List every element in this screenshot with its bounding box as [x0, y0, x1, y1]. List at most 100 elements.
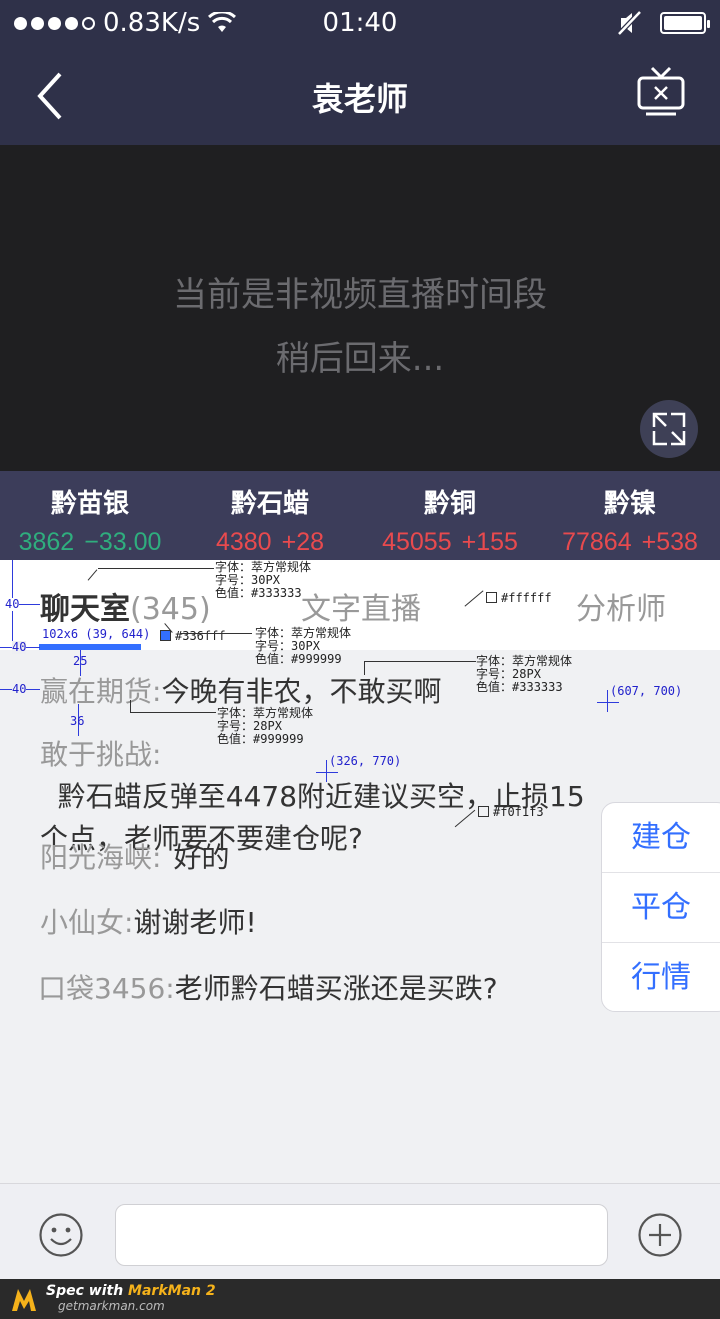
mute-icon — [618, 10, 642, 36]
spec-font-label: 字体： — [217, 706, 254, 720]
spec-size: 28PX — [253, 719, 282, 733]
tab-chat-room[interactable]: 聊天室(345) — [40, 584, 211, 628]
message-sender: 敢于挑战: — [40, 738, 162, 771]
message-text: 老师黔石蜡买涨还是买跌? — [174, 972, 498, 1005]
annotation-arrow — [364, 661, 365, 675]
plus-circle-icon[interactable] — [637, 1212, 683, 1258]
tv-close-icon[interactable] — [636, 64, 686, 118]
video-status-line-2: 稍后回来... — [275, 339, 445, 379]
tab-analyst[interactable]: 分析师 — [576, 584, 666, 628]
ticker-values: 3862 −33.00 — [0, 528, 180, 557]
spec-size-label: 字号： — [215, 573, 252, 587]
spec-font-name: 萃方常规体 — [251, 560, 312, 574]
spec-color-label: 色值： — [217, 732, 254, 746]
message-text: 今晚有非农，不敢买啊 — [161, 675, 442, 708]
dimension-label: 40 — [5, 597, 20, 611]
ticker-name: 黔苗银 — [50, 489, 129, 519]
spec-font-label: 字体： — [255, 626, 292, 640]
spec-color-label: 色值： — [476, 680, 513, 694]
ticker-name: 黔镍 — [603, 489, 656, 519]
open-position-button[interactable]: 建仓 — [602, 803, 720, 873]
message-text: 好的 — [173, 841, 230, 874]
spec-block: 字体：萃方常规体 字号：28PX 色值：#999999 — [217, 707, 313, 746]
spec-size-label: 字号： — [217, 719, 254, 733]
message-input[interactable] — [115, 1204, 608, 1266]
message-sender: 赢在期货: — [40, 675, 162, 708]
spec-font-label: 字体： — [215, 560, 252, 574]
dimension-label: 102x6 (39, 644) — [42, 627, 151, 641]
ticker-item[interactable]: 黔镍 77864 +538 — [540, 471, 720, 560]
page-title: 袁老师 — [311, 80, 408, 118]
markman-logo-icon — [12, 1289, 36, 1311]
spec-size-label: 字号： — [255, 639, 292, 653]
close-position-button[interactable]: 平仓 — [602, 873, 720, 943]
annotation-line — [364, 661, 476, 662]
ticker-change: +155 — [461, 528, 518, 556]
video-area: 当前是非视频直播时间段 稍后回来... — [0, 145, 720, 471]
status-bar: 0.83K/s 01:40 — [0, 0, 720, 48]
video-status-message: 当前是非视频直播时间段 稍后回来... — [0, 263, 720, 391]
spec-font-name: 萃方常规体 — [512, 654, 573, 668]
message-composer — [0, 1183, 720, 1279]
dimension-label: 40 — [12, 640, 27, 654]
chat-message: 小仙女:谢谢老师! — [40, 902, 257, 944]
annotation-line — [180, 633, 252, 634]
message-sender: 小仙女: — [40, 906, 134, 939]
spec-color-label: 色值： — [215, 586, 252, 600]
ticker-change: +28 — [281, 528, 325, 556]
crosshair-line — [607, 690, 608, 712]
spec-color: #999999 — [291, 652, 342, 666]
coordinate-label: (607, 700) — [610, 684, 683, 698]
annotation-line — [98, 568, 214, 569]
spec-block: 字体：萃方常规体 字号：30PX 色值：#999999 — [255, 627, 351, 666]
footer-tagline: Spec with MarkMan 2 — [46, 1283, 216, 1299]
spec-size: 28PX — [512, 667, 541, 681]
spec-color: #333333 — [512, 680, 563, 694]
ticker-item[interactable]: 黔石蜡 4380 +28 — [180, 471, 360, 560]
crosshair-line — [597, 702, 619, 703]
ticker-price: 4380 — [215, 528, 272, 556]
color-swatch-label: #336fff — [160, 630, 226, 643]
ticker-price: 3862 — [18, 528, 75, 556]
footer-spec-with: Spec with — [46, 1283, 129, 1299]
spec-color: #999999 — [253, 732, 304, 746]
spec-size-label: 字号： — [476, 667, 513, 681]
expand-icon — [652, 412, 686, 446]
ticker-name: 黔石蜡 — [230, 489, 309, 519]
clock: 01:40 — [322, 8, 398, 38]
spec-block: 字体：萃方常规体 字号：30PX 色值：#333333 — [215, 561, 311, 600]
tab-chat-room-count: (345) — [130, 592, 211, 627]
ticker-price: 45055 — [382, 528, 452, 556]
ticker-item[interactable]: 黔铜 45055 +155 — [360, 471, 540, 560]
status-right — [618, 10, 710, 36]
color-swatch-label: #f0f1f3 — [478, 806, 544, 819]
battery-icon — [660, 12, 710, 34]
spec-block: 字体：萃方常规体 字号：28PX 色值：#333333 — [476, 655, 572, 694]
smiley-icon[interactable] — [38, 1212, 84, 1258]
crosshair-line — [326, 760, 327, 782]
message-sender: 阳光海峡: — [40, 841, 162, 874]
swatch-hex: #ffffff — [501, 591, 552, 605]
color-swatch-label: #ffffff — [486, 592, 552, 605]
footer-site: getmarkman.com — [58, 1299, 165, 1313]
crosshair-line — [316, 772, 338, 773]
price-ticker: 黔苗银 3862 −33.00 黔石蜡 4380 +28 黔铜 45055 +155 … — [0, 471, 720, 560]
swatch-hex: #f0f1f3 — [493, 805, 544, 819]
annotation-line — [130, 712, 216, 713]
spec-font-label: 字体： — [476, 654, 513, 668]
spec-font-name: 萃方常规体 — [253, 706, 314, 720]
tab-chat-room-label: 聊天室 — [40, 592, 130, 627]
markman-footer: Spec with MarkMan 2 getmarkman.com — [0, 1279, 720, 1319]
footer-brand: MarkMan 2 — [128, 1283, 216, 1299]
spec-size: 30PX — [291, 639, 320, 653]
ticker-change: +538 — [641, 528, 698, 556]
spec-size: 30PX — [251, 573, 280, 587]
fullscreen-button[interactable] — [640, 400, 698, 458]
ticker-change: −33.00 — [84, 528, 162, 556]
ticker-item[interactable]: 黔苗银 3862 −33.00 — [0, 471, 180, 560]
market-quotes-button[interactable]: 行情 — [602, 943, 720, 1011]
tab-text-live[interactable]: 文字直播 — [301, 584, 421, 628]
chat-message: 口袋3456:老师黔石蜡买涨还是买跌? — [38, 968, 498, 1010]
ticker-name: 黔铜 — [423, 489, 476, 519]
message-text: 谢谢老师! — [133, 906, 257, 939]
